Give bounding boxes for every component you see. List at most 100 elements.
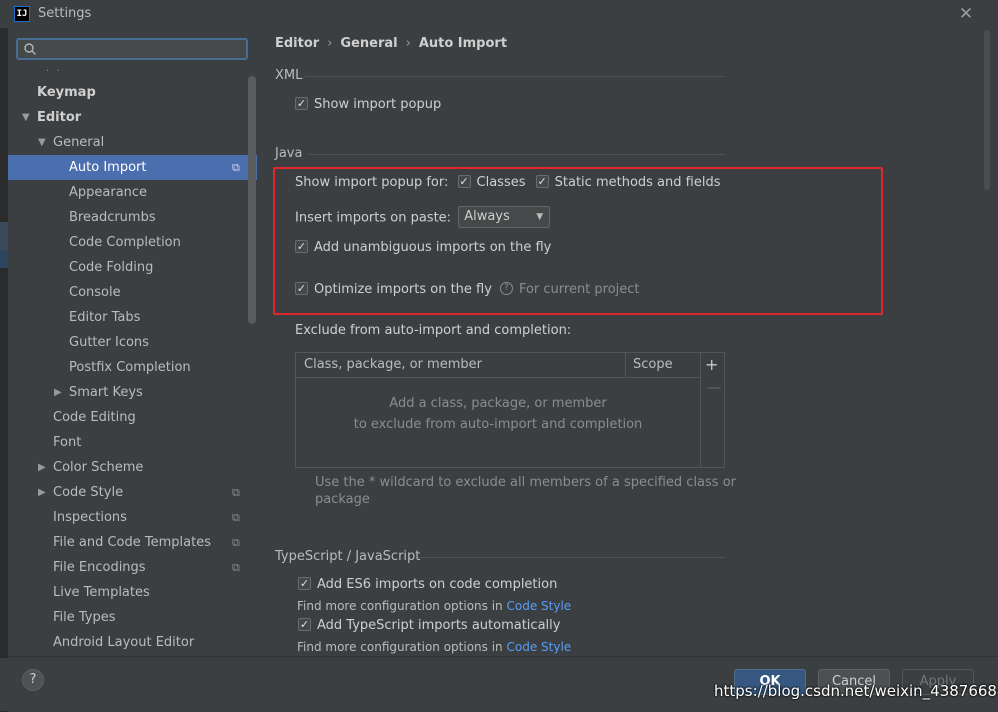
sidebar-item-console[interactable]: Console — [8, 280, 257, 305]
checkbox-label: Static methods and fields — [554, 175, 721, 190]
sidebar-item-file-types[interactable]: File Types — [8, 605, 257, 630]
intellij-app-icon: IJ — [14, 6, 30, 22]
sidebar-item-breadcrumbs[interactable]: Breadcrumbs — [8, 205, 257, 230]
empty-text-line-2: to exclude from auto-import and completi… — [353, 417, 643, 432]
code-style-link[interactable]: Code Style — [507, 599, 572, 613]
title-bar: IJ Settings ✕ — [0, 0, 998, 28]
sidebar-item-label: Auto Import — [69, 160, 147, 175]
breadcrumb-item[interactable]: Editor — [275, 36, 319, 51]
settings-sidebar: · · Keymap ▼ Editor ▼ General Auto Impor… — [8, 28, 257, 656]
chevron-right-icon: › — [327, 36, 333, 51]
sidebar-item-label: Gutter Icons — [69, 335, 149, 350]
window-title: Settings — [38, 6, 92, 21]
project-settings-icon: ⧉ — [232, 536, 240, 549]
search-input[interactable] — [16, 38, 248, 60]
sidebar-item-auto-import[interactable]: Auto Import ⧉ — [8, 155, 257, 180]
sidebar-item-inspections[interactable]: Inspections ⧉ — [8, 505, 257, 530]
checkbox-checked-icon[interactable]: ✓ — [298, 577, 311, 590]
java-section-title: Java — [275, 146, 303, 161]
table-toolbar-divider — [700, 353, 701, 467]
select-value: Always — [464, 209, 510, 224]
close-icon[interactable]: ✕ — [956, 3, 976, 25]
chevron-right-icon[interactable]: ▶ — [38, 455, 48, 480]
chevron-down-icon[interactable]: ▼ — [38, 130, 48, 155]
checkbox-checked-icon[interactable]: ✓ — [295, 282, 308, 295]
exclude-table[interactable]: Class, package, or member Scope + — Add … — [295, 352, 725, 468]
chevron-down-icon[interactable]: ▼ — [22, 105, 32, 130]
remove-icon: — — [707, 380, 721, 396]
sidebar-item-android-layout-editor[interactable]: Android Layout Editor — [8, 630, 257, 655]
optimize-imports-checkbox[interactable]: ✓ Optimize imports on the fly? For current… — [295, 282, 640, 297]
chevron-right-icon[interactable]: ▶ — [54, 380, 64, 405]
sidebar-item-font[interactable]: Font — [8, 430, 257, 455]
checkbox-checked-icon[interactable]: ✓ — [295, 97, 308, 110]
sidebar-scrollbar[interactable] — [248, 76, 256, 324]
sidebar-item-file-and-code-templates[interactable]: File and Code Templates ⧉ — [8, 530, 257, 555]
auto-import-panel: Editor › General › Auto Import XML ✓ Show imp… — [258, 28, 998, 656]
static-methods-checkbox[interactable]: ✓ Static methods and fields — [535, 175, 721, 190]
checkbox-checked-icon[interactable]: ✓ — [457, 175, 471, 188]
sidebar-item-live-templates[interactable]: Live Templates — [8, 580, 257, 605]
sidebar-item-editor[interactable]: ▼ Editor — [8, 105, 257, 130]
sidebar-item-code-style[interactable]: ▶ Code Style ⧉ — [8, 480, 257, 505]
sidebar-item-file-encodings[interactable]: File Encodings ⧉ — [8, 555, 257, 580]
table-header: Class, package, or member Scope — [296, 353, 700, 378]
add-es6-imports-checkbox[interactable]: ✓ Add ES6 imports on code completion — [298, 577, 557, 592]
content-scrollbar[interactable] — [984, 30, 990, 190]
sidebar-item-color-scheme[interactable]: ▶ Color Scheme — [8, 455, 257, 480]
sidebar-item-code-folding[interactable]: Code Folding — [8, 255, 257, 280]
code-style-link[interactable]: Code Style — [507, 640, 572, 654]
xml-show-import-popup-checkbox[interactable]: ✓ Show import popup — [295, 97, 441, 112]
add-icon[interactable]: + — [705, 355, 718, 374]
sidebar-item-label: Keymap — [37, 85, 96, 100]
help-icon[interactable]: ? — [499, 282, 513, 295]
breadcrumb-item[interactable]: General — [340, 36, 397, 51]
sidebar-item-label: Appearance — [69, 185, 148, 200]
wildcard-hint-line-2: package — [315, 492, 370, 507]
checkbox-label: Classes — [476, 175, 526, 190]
section-divider — [418, 557, 725, 558]
show-import-popup-for-label: Show import popup for: — [295, 175, 449, 190]
wildcard-hint-line-1: Use the * wildcard to exclude all member… — [315, 475, 737, 490]
search-icon — [24, 43, 36, 55]
sidebar-item-label: Breadcrumbs — [69, 210, 156, 225]
sidebar-item-gutter-icons[interactable]: Gutter Icons — [8, 330, 257, 355]
checkbox-checked-icon[interactable]: ✓ — [535, 175, 549, 188]
sidebar-item-label: Inspections — [53, 510, 127, 525]
sidebar-item-code-editing[interactable]: Code Editing — [8, 405, 257, 430]
find-more-text: Find more configuration options in — [297, 599, 503, 613]
classes-checkbox[interactable]: ✓ Classes — [457, 175, 526, 190]
sidebar-item-label: Code Folding — [69, 260, 154, 275]
insert-imports-on-paste-select[interactable]: Always ▼ — [458, 206, 551, 228]
sidebar-item-code-completion[interactable]: Code Completion — [8, 230, 257, 255]
chevron-right-icon: › — [405, 36, 411, 51]
typescript-section-title: TypeScript / JavaScript — [275, 549, 421, 564]
column-header-scope[interactable]: Scope — [633, 357, 673, 372]
sidebar-item-keymap[interactable]: Keymap — [8, 80, 257, 105]
background-window-edge — [0, 28, 8, 658]
empty-text-line-1: Add a class, package, or member — [389, 396, 607, 411]
checkbox-checked-icon[interactable]: ✓ — [298, 618, 311, 631]
add-typescript-imports-checkbox[interactable]: ✓ Add TypeScript imports automatically — [298, 618, 560, 633]
chevron-right-icon[interactable]: ▶ — [38, 480, 48, 505]
insert-imports-on-paste-row: Insert imports on paste: Always ▼ — [295, 206, 551, 229]
settings-window: IJ Settings ✕ · · Keymap ▼ Editor ▼ Gene… — [0, 0, 998, 712]
sidebar-item-smart-keys[interactable]: ▶ Smart Keys — [8, 380, 257, 405]
column-header-class[interactable]: Class, package, or member — [304, 357, 482, 372]
sidebar-item-label: Android Layout Editor — [53, 635, 195, 650]
sidebar-item-label: Code Style — [53, 485, 124, 500]
sidebar-item-postfix-completion[interactable]: Postfix Completion — [8, 355, 257, 380]
sidebar-item-label: File and Code Templates — [53, 535, 211, 550]
sidebar-item-appearance[interactable]: Appearance — [8, 180, 257, 205]
breadcrumb-item: Auto Import — [418, 36, 508, 51]
sidebar-item-label: Console — [69, 285, 121, 300]
checkbox-checked-icon[interactable]: ✓ — [295, 240, 308, 253]
sidebar-item-editor-tabs[interactable]: Editor Tabs — [8, 305, 257, 330]
chevron-down-icon: ▼ — [536, 212, 544, 222]
checkbox-label: Add TypeScript imports automatically — [317, 618, 561, 633]
project-settings-icon: ⧉ — [232, 486, 240, 499]
add-unambiguous-imports-checkbox[interactable]: ✓ Add unambiguous imports on the fly — [295, 240, 551, 255]
sidebar-item-general[interactable]: ▼ General — [8, 130, 257, 155]
sidebar-item-label: Editor Tabs — [69, 310, 141, 325]
help-button[interactable]: ? — [22, 669, 44, 691]
